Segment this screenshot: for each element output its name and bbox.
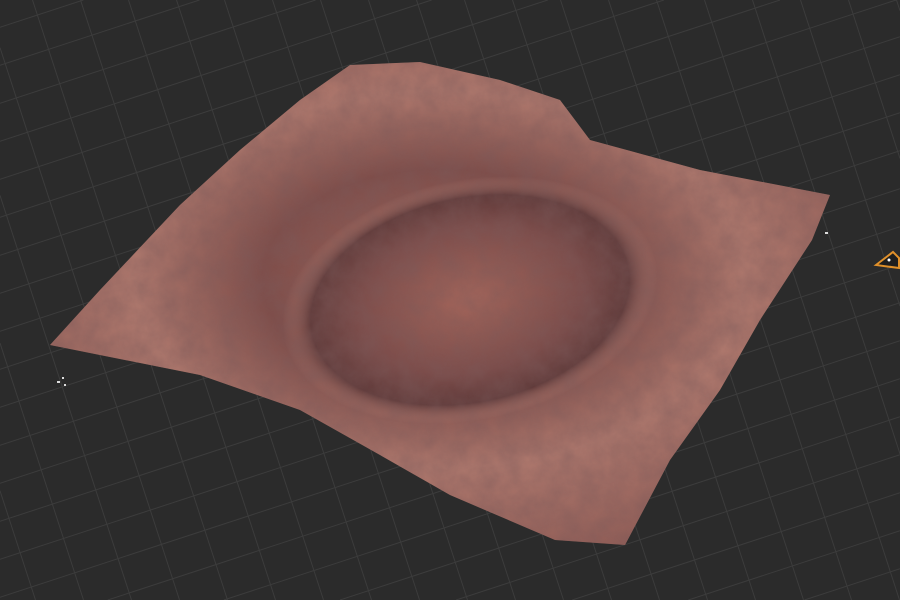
grid-line [0,0,200,66]
grid-line [0,342,84,600]
grid-line [0,0,84,28]
grid-line [804,568,900,600]
3d-viewport[interactable] [0,0,900,600]
grid-line [896,0,900,11]
terrain-mesh[interactable] [50,62,830,545]
grid-line [0,0,316,104]
grid-line [688,530,900,600]
grid-line [0,195,132,600]
grid-line [0,490,36,600]
grid-line [848,0,900,159]
light-gizmo-icon[interactable] [873,250,900,270]
